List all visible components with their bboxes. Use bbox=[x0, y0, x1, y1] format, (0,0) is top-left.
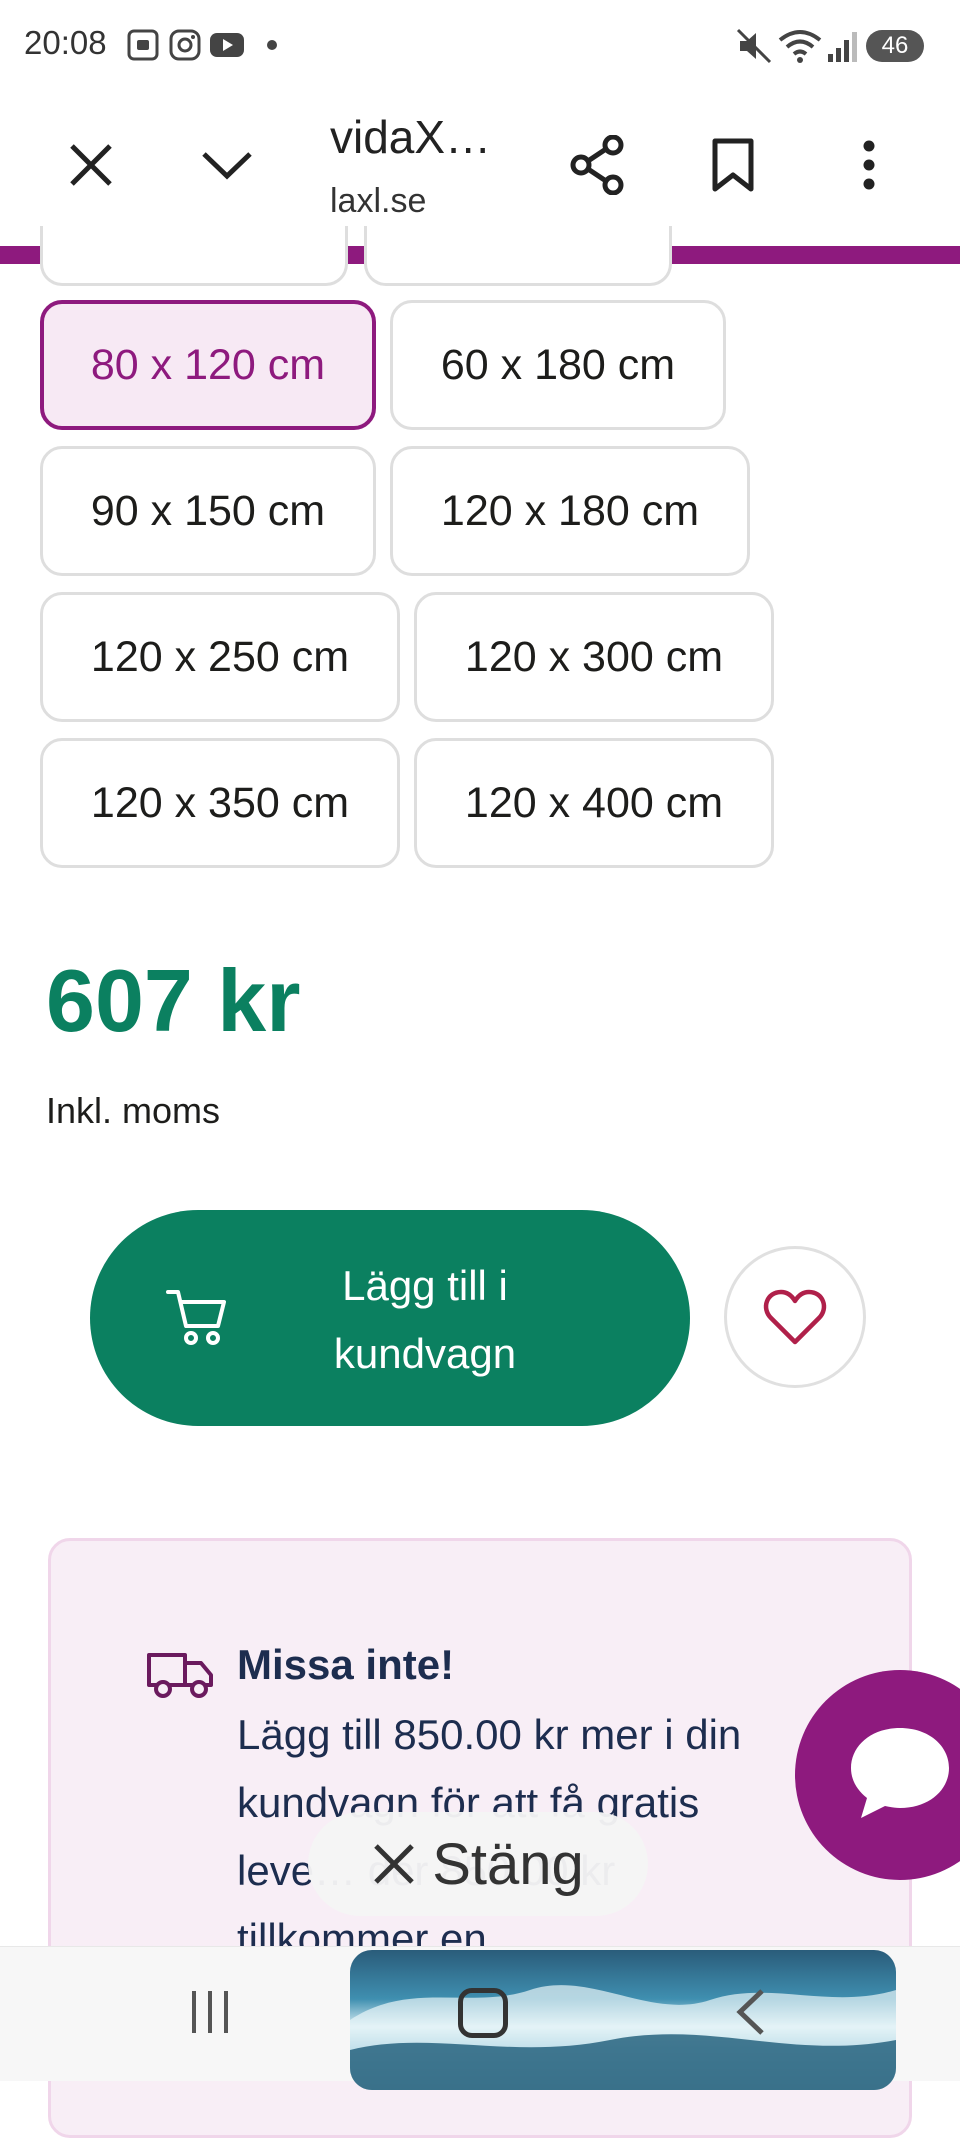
delivery-truck-icon bbox=[147, 1653, 213, 1698]
close-icon bbox=[70, 144, 112, 186]
size-option[interactable]: 60 x 180 cm bbox=[390, 300, 726, 430]
size-option[interactable]: 120 x 300 cm bbox=[414, 592, 774, 722]
wishlist-button[interactable] bbox=[724, 1246, 866, 1388]
status-time: 20:08 bbox=[24, 24, 107, 61]
more-vertical-icon bbox=[863, 140, 875, 190]
back-button[interactable] bbox=[720, 1982, 780, 2042]
dot-icon bbox=[267, 40, 277, 50]
instagram-icon bbox=[169, 29, 201, 61]
share-icon bbox=[570, 135, 624, 195]
page-url[interactable]: laxl.se bbox=[330, 182, 426, 221]
floating-video-thumbnail[interactable] bbox=[350, 1950, 896, 2090]
status-bar: 20:08 46 bbox=[0, 0, 960, 90]
promo-title: Missa inte! bbox=[237, 1641, 455, 1688]
ocean-wave-image bbox=[350, 1985, 896, 2090]
share-button[interactable] bbox=[552, 120, 642, 210]
size-option-label: 120 x 180 cm bbox=[440, 486, 700, 535]
youtube-icon bbox=[210, 33, 244, 57]
size-option[interactable]: 120 x 250 cm bbox=[40, 592, 400, 722]
recent-apps-icon bbox=[192, 1991, 228, 2033]
size-option-partial[interactable] bbox=[40, 226, 348, 286]
size-option-label: 120 x 300 cm bbox=[464, 632, 724, 681]
page-title: vidaX… bbox=[330, 111, 492, 163]
close-overlay-label: Stäng bbox=[432, 1831, 584, 1897]
minimize-button[interactable] bbox=[182, 120, 272, 210]
size-option-label: 90 x 150 cm bbox=[90, 486, 326, 535]
battery-level: 46 bbox=[881, 32, 909, 59]
vat-note: Inkl. moms bbox=[46, 1090, 221, 1131]
recent-apps-button[interactable] bbox=[180, 1982, 240, 2042]
heart-icon bbox=[763, 1289, 827, 1345]
mute-icon bbox=[736, 28, 772, 64]
product-price: 607 kr bbox=[46, 951, 301, 1050]
size-option[interactable]: 120 x 400 cm bbox=[414, 738, 774, 868]
close-overlay-button[interactable]: Stäng bbox=[308, 1812, 648, 1916]
add-to-cart-label: Lägg till i kundvagn bbox=[333, 1262, 517, 1377]
size-option[interactable]: 120 x 350 cm bbox=[40, 738, 400, 868]
bookmark-button[interactable] bbox=[688, 120, 778, 210]
size-option[interactable]: 90 x 150 cm bbox=[40, 446, 376, 576]
signal-icon bbox=[828, 32, 857, 62]
more-options-button[interactable] bbox=[824, 120, 914, 210]
size-option-label: 80 x 120 cm bbox=[90, 340, 326, 389]
size-option-label: 120 x 400 cm bbox=[464, 778, 724, 827]
chat-bubble-icon bbox=[851, 1728, 949, 1818]
back-arrow-icon bbox=[736, 1989, 764, 2035]
size-option[interactable]: 120 x 180 cm bbox=[390, 446, 750, 576]
cart-icon bbox=[166, 1290, 226, 1345]
size-option-label: 60 x 180 cm bbox=[440, 340, 676, 389]
chevron-down-icon bbox=[202, 152, 252, 180]
size-option[interactable]: 80 x 120 cm bbox=[40, 300, 376, 430]
close-icon bbox=[374, 1844, 414, 1884]
bookmark-icon bbox=[712, 138, 754, 192]
battery-icon: 46 bbox=[866, 30, 924, 62]
size-option-partial[interactable] bbox=[364, 226, 672, 286]
wifi-icon bbox=[778, 30, 822, 63]
add-to-cart-button[interactable]: Lägg till i kundvagn bbox=[90, 1210, 690, 1426]
screenshot-icon bbox=[127, 29, 159, 61]
close-tab-button[interactable] bbox=[46, 120, 136, 210]
size-option-label: 120 x 250 cm bbox=[90, 632, 350, 681]
size-option-label: 120 x 350 cm bbox=[90, 778, 350, 827]
home-icon[interactable] bbox=[458, 1988, 508, 2038]
